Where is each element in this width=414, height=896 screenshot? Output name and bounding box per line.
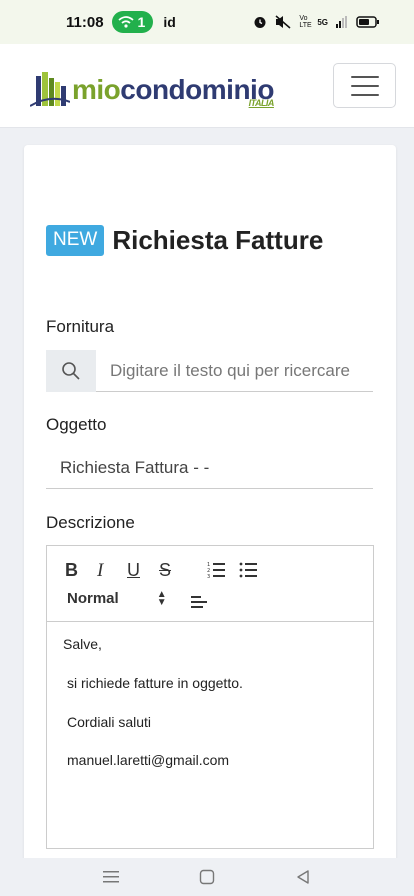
signal-icon [336,16,347,28]
form-card: NEW Richiesta Fatture Fornitura Oggetto … [24,145,396,896]
recent-apps-icon[interactable] [103,870,119,884]
battery-icon [356,16,379,28]
editor-line: Cordiali saluti [67,713,152,730]
logo-wordmark: miocondominio ITALIA [72,74,274,108]
header-select[interactable]: Normal ▲ ▼ [67,588,167,608]
top-navbar: miocondominio ITALIA [0,44,414,128]
network-label: 5G [317,17,328,27]
menu-toggle-button[interactable] [333,63,396,108]
fornitura-search-input[interactable] [96,350,373,391]
volte-label: Vo LTE [299,15,312,29]
search-addon[interactable] [46,350,96,392]
carrier-id: id [163,14,176,30]
hotspot-count: 1 [137,14,146,30]
hamburger-icon-line [350,93,379,96]
search-icon [62,362,80,380]
hamburger-icon-line [350,84,379,87]
system-navigation-bar [0,858,414,896]
fornitura-label: Fornitura [46,317,115,336]
page-title: Richiesta Fatture [112,225,324,255]
status-time: 11:08 [66,13,104,31]
site-logo[interactable]: miocondominio ITALIA [30,64,274,108]
bold-button[interactable]: B [65,560,78,581]
fornitura-search-group [46,350,373,392]
back-icon[interactable] [295,869,311,885]
select-arrows-icon: ▲ ▼ [156,588,167,608]
hamburger-icon-line [350,75,379,78]
status-bar: 11:08 1 id Vo LTE 5G [0,0,414,44]
logo-buildings-icon [30,72,70,107]
align-icon[interactable] [191,594,207,608]
header-select-value: Normal [67,590,119,607]
bullet-list-icon[interactable] [239,561,257,579]
logo-text-mio: mio [72,74,121,105]
wifi-icon [117,16,134,28]
editor-line: Salve, [63,636,102,652]
descrizione-label: Descrizione [46,513,135,532]
editor-toolbar: B I U S 1 2 3 Normal ▲ ▼ [47,546,373,622]
oggetto-label: Oggetto [46,415,107,434]
logo-subtext: ITALIA [248,98,275,108]
mute-icon [275,15,291,29]
home-icon[interactable] [199,869,215,885]
status-icons: Vo LTE 5G [253,15,380,29]
editor-content[interactable]: Salve, si richiede fatture in oggetto. C… [47,622,373,805]
strike-button[interactable]: S [159,560,171,581]
page-heading: NEW Richiesta Fatture [46,225,323,256]
editor-line: si richiede fatture in oggetto. [67,674,243,691]
description-editor: B I U S 1 2 3 Normal ▲ ▼ Salve, si richi… [46,545,374,849]
alarm-icon [254,17,266,28]
svg-text:3: 3 [207,574,210,579]
italic-button[interactable]: I [97,560,103,582]
editor-line: manuel.laretti@gmail.com [67,752,230,769]
oggetto-field[interactable]: Richiesta Fattura - - [46,447,373,489]
hotspot-indicator: 1 [111,11,154,33]
ordered-list-icon[interactable]: 1 2 3 [207,561,225,579]
underline-button[interactable]: U [127,560,140,581]
new-badge: NEW [46,225,105,256]
